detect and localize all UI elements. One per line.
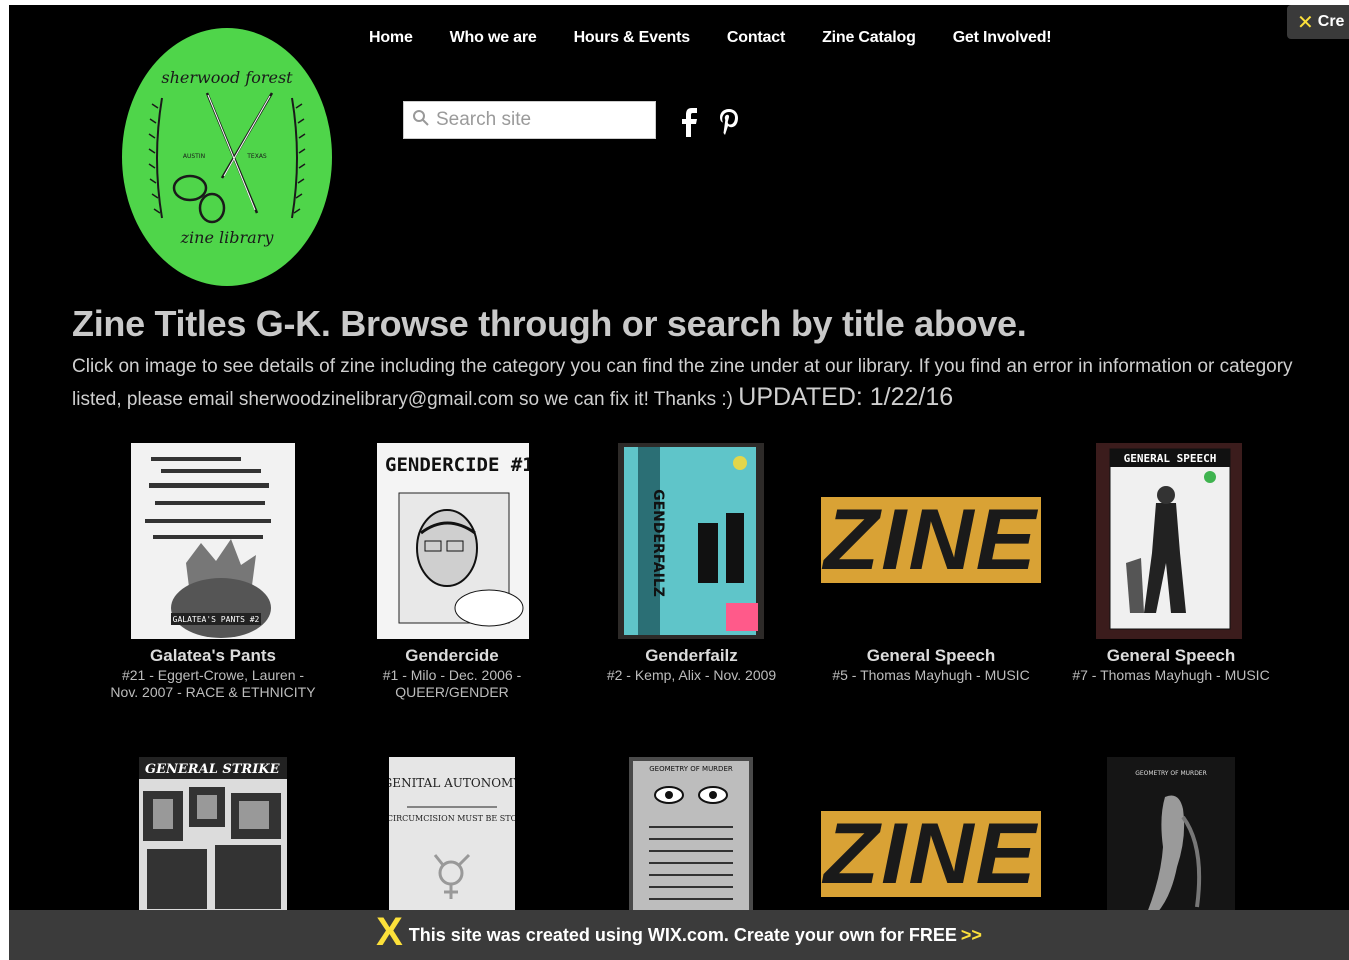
page: sherwood forest zine library AUSTIN TEXA… (9, 5, 1349, 960)
zine-meta: #1 - Milo - Dec. 2006 - QUEER/GENDER (382, 667, 522, 700)
nav-home[interactable]: Home (369, 29, 413, 47)
zine-title[interactable]: Galatea's Pants (109, 646, 317, 666)
zine-cover[interactable]: ZINE (821, 811, 1041, 897)
zine-title[interactable]: General Speech (817, 646, 1045, 666)
nav-zine-catalog[interactable]: Zine Catalog (822, 29, 916, 47)
svg-text:TEXAS: TEXAS (246, 153, 267, 160)
zine-meta: #2 - Kemp, Alix - Nov. 2009 (606, 667, 777, 683)
wix-logo-icon: ✕ (1297, 11, 1314, 34)
svg-text:GEOMETRY OF MURDER: GEOMETRY OF MURDER (649, 765, 733, 773)
zine-placeholder-text: ZINE (823, 497, 1039, 583)
zine-meta: #7 - Thomas Mayhugh - MUSIC (1072, 667, 1270, 683)
zine-title[interactable]: General Speech (1059, 646, 1283, 666)
zine-item[interactable]: ZINE (821, 757, 1041, 917)
updated-date: UPDATED: 1/22/16 (738, 383, 954, 411)
intro-text: Click on image to see details of zine in… (72, 352, 1312, 415)
pinterest-icon[interactable] (717, 107, 741, 144)
svg-text:GENDERCIDE #1: GENDERCIDE #1 (385, 454, 529, 476)
zine-cover[interactable]: GENERAL SPEECH (1096, 443, 1242, 639)
zine-title[interactable]: Gendercide (371, 646, 533, 666)
nav-contact[interactable]: Contact (727, 29, 785, 47)
svg-text:GENITAL AUTONOMY: GENITAL AUTONOMY (389, 776, 515, 790)
search-box (403, 101, 656, 139)
zine-item[interactable]: GENDERCIDE #1 Gendercide #1 - Milo - Dec… (371, 443, 533, 723)
zine-placeholder-text: ZINE (823, 811, 1039, 897)
wix-promo-bar[interactable]: X This site was created using WIX.com. C… (9, 910, 1349, 960)
search-input[interactable] (436, 109, 646, 131)
page-title: Zine Titles G-K. Browse through or searc… (72, 303, 1027, 344)
zine-item[interactable]: GEOMETRY OF MURDER (629, 757, 753, 917)
site-logo[interactable]: sherwood forest zine library AUSTIN TEXA… (122, 28, 332, 286)
facebook-icon[interactable] (681, 107, 699, 144)
svg-text:GENERAL STRIKE: GENERAL STRIKE (145, 762, 281, 777)
svg-text:WHY CIRCUMCISION MUST BE STOPP: WHY CIRCUMCISION MUST BE STOPPED (389, 814, 515, 823)
svg-text:GALATEA'S PANTS #2: GALATEA'S PANTS #2 (173, 615, 260, 624)
zine-cover[interactable]: GEOMETRY OF MURDER (1107, 757, 1235, 917)
nav-hours-events[interactable]: Hours & Events (574, 29, 691, 47)
zine-meta: #5 - Thomas Mayhugh - MUSIC (832, 667, 1030, 683)
wix-corner-label: Cre (1317, 13, 1345, 30)
zine-cover[interactable]: GENITAL AUTONOMY WHY CIRCUMCISION MUST B… (389, 757, 515, 917)
svg-text:GEOMETRY OF MURDER: GEOMETRY OF MURDER (1135, 770, 1207, 777)
wix-promo-arrows[interactable]: >> (961, 925, 982, 946)
svg-text:zine library: zine library (180, 228, 275, 247)
svg-text:AUSTIN: AUSTIN (183, 153, 205, 160)
zine-item[interactable]: GENDERFAILZ Genderfailz #2 - Kemp, Alix … (589, 443, 794, 703)
zine-item[interactable]: GENERAL SPEECH General Speech #7 - Thoma… (1059, 443, 1283, 703)
zine-item[interactable]: GALATEA'S PANTS #2 Galatea's Pants #21 -… (109, 443, 317, 723)
main-nav: Home Who we are Hours & Events Contact Z… (369, 29, 1052, 47)
zine-item[interactable]: GENITAL AUTONOMY WHY CIRCUMCISION MUST B… (389, 757, 515, 917)
svg-text:GENERAL SPEECH: GENERAL SPEECH (1124, 452, 1217, 465)
search-icon (412, 109, 430, 132)
nav-get-involved[interactable]: Get Involved! (953, 29, 1052, 47)
zine-title[interactable]: Genderfailz (589, 646, 794, 666)
zine-item[interactable]: GENERAL STRIKE (139, 757, 287, 917)
zine-cover[interactable]: GENERAL STRIKE (139, 757, 287, 917)
wix-corner-badge[interactable]: ✕ Cre (1287, 5, 1349, 39)
zine-cover[interactable]: GEOMETRY OF MURDER (629, 757, 753, 917)
wix-logo-icon: X (376, 909, 403, 954)
svg-text:sherwood forest: sherwood forest (161, 68, 293, 87)
wix-promo-text[interactable]: This site was created using WIX.com. Cre… (409, 925, 957, 946)
zine-cover[interactable]: GENDERFAILZ (618, 443, 764, 639)
svg-text:GENDERFAILZ: GENDERFAILZ (650, 489, 666, 597)
zine-cover[interactable]: GENDERCIDE #1 (377, 443, 529, 639)
zine-meta: #21 - Eggert-Crowe, Lauren - Nov. 2007 -… (110, 667, 316, 700)
intro-body: Click on image to see details of zine in… (72, 356, 1293, 410)
nav-who-we-are[interactable]: Who we are (450, 29, 537, 47)
zine-item[interactable]: GEOMETRY OF MURDER (1107, 757, 1235, 917)
zine-item[interactable]: ZINE General Speech #5 - Thomas Mayhugh … (817, 443, 1045, 703)
zine-cover[interactable]: GALATEA'S PANTS #2 (131, 443, 295, 639)
zine-cover[interactable]: ZINE (821, 497, 1041, 583)
